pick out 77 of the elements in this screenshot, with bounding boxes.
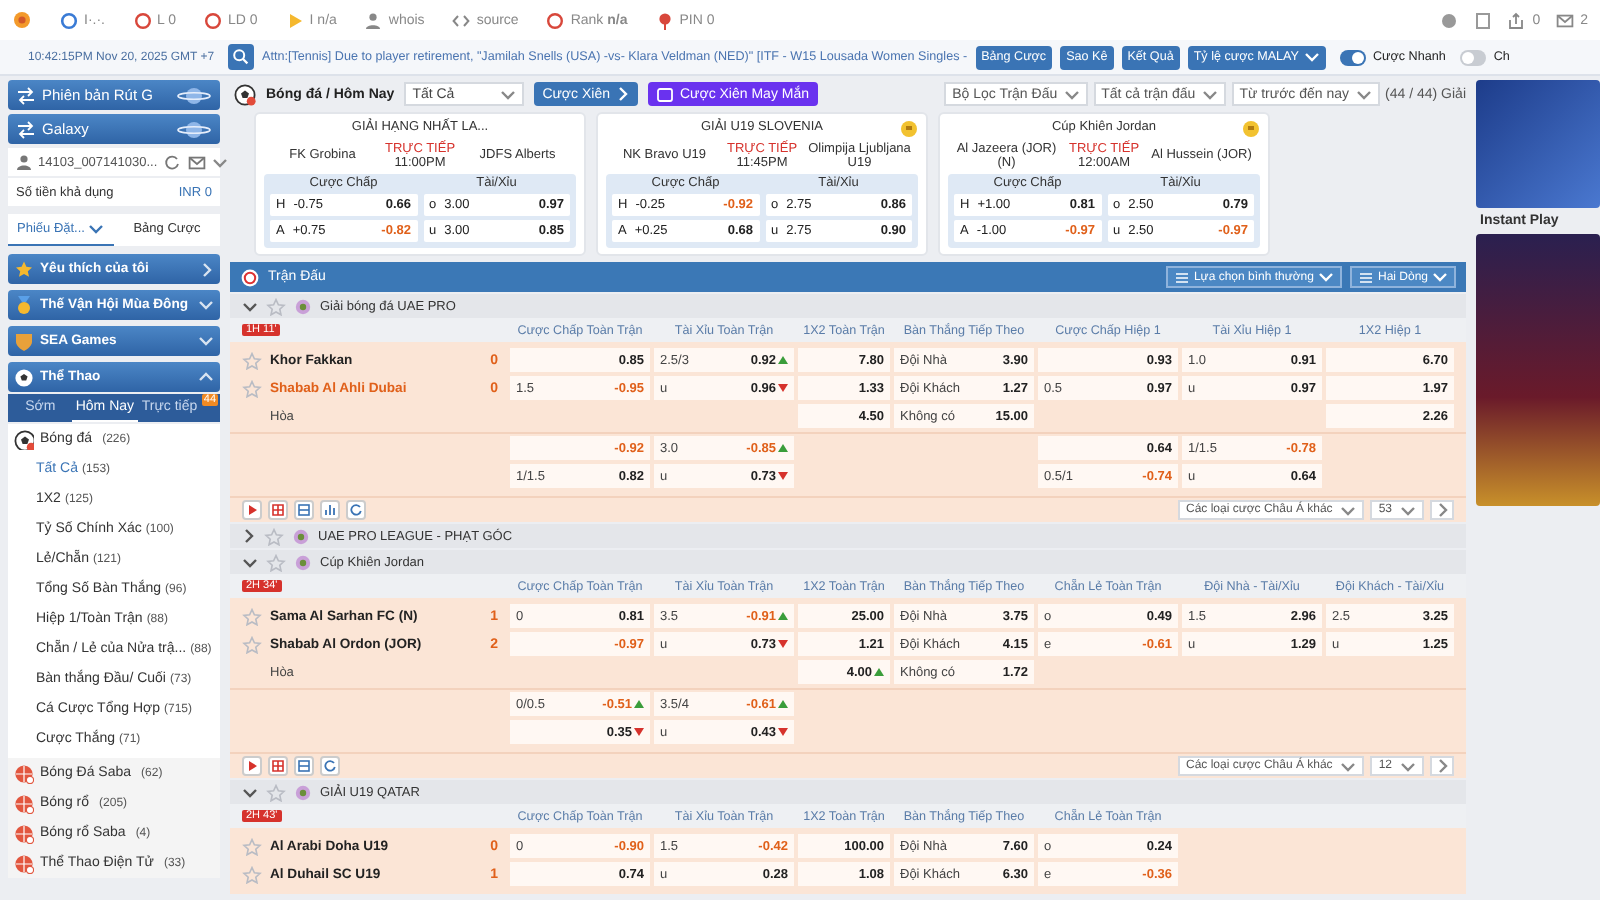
chart-icon[interactable] — [320, 500, 340, 520]
toggle-switch[interactable] — [1339, 49, 1365, 65]
next-button[interactable] — [1430, 500, 1454, 520]
ball-icon — [14, 853, 34, 873]
refresh-icon[interactable] — [346, 500, 366, 520]
list-icon — [1173, 269, 1190, 285]
chevron-right-icon — [1435, 758, 1449, 774]
star-icon[interactable] — [242, 608, 262, 626]
star-icon[interactable] — [266, 297, 286, 315]
star-icon — [14, 259, 34, 279]
pin-icon — [655, 11, 674, 29]
chevron-down-icon — [1432, 270, 1448, 284]
share-icon — [1508, 11, 1527, 29]
ring-icon — [60, 11, 78, 29]
planet-icon — [176, 83, 212, 107]
star-icon[interactable] — [242, 866, 262, 884]
chevron-down-icon — [1340, 759, 1357, 773]
circle-icon — [203, 11, 222, 29]
promo-banner[interactable] — [1476, 234, 1600, 506]
ball-icon — [14, 823, 34, 843]
grid-icon[interactable] — [268, 500, 288, 520]
star-icon[interactable] — [242, 636, 262, 654]
swap-icon — [16, 85, 36, 105]
flag-icon — [285, 11, 304, 29]
person-icon — [364, 11, 383, 29]
star-icon[interactable] — [266, 783, 286, 801]
chevron-down-icon — [1303, 50, 1319, 64]
search-button[interactable] — [228, 44, 254, 70]
toggle-switch[interactable] — [1459, 49, 1486, 65]
star-icon[interactable] — [242, 352, 262, 370]
board-icon[interactable] — [294, 756, 314, 776]
play-icon[interactable] — [242, 500, 262, 520]
chevron-down-icon — [1400, 759, 1416, 773]
ball-icon — [14, 793, 34, 813]
soccer-ball-icon — [234, 83, 256, 105]
search-icon — [232, 48, 250, 66]
chevron-down-icon — [88, 222, 105, 236]
planet-icon — [176, 117, 212, 141]
page-icon — [1474, 11, 1493, 29]
chevron-down-icon — [1063, 87, 1080, 101]
circle-icon — [133, 11, 151, 29]
grid-icon[interactable] — [268, 756, 288, 776]
chevron-right-icon — [615, 86, 630, 102]
ticket-icon — [655, 85, 674, 103]
emblem-icon — [294, 297, 312, 315]
star-icon[interactable] — [266, 553, 286, 571]
star-icon[interactable] — [264, 527, 284, 545]
play-icon[interactable] — [242, 756, 262, 776]
chevron-right-icon — [1435, 502, 1449, 518]
next-button[interactable] — [1430, 756, 1454, 776]
shield-icon — [14, 331, 34, 351]
star-icon[interactable] — [242, 838, 262, 856]
medal-icon — [14, 295, 34, 315]
info-icon — [1440, 11, 1459, 29]
swap-icon — [16, 119, 36, 139]
emblem-icon — [294, 783, 312, 801]
flower-icon — [12, 10, 32, 30]
chevron-down-icon — [1355, 87, 1372, 101]
code-icon — [452, 11, 471, 29]
refresh-icon — [163, 153, 182, 171]
target-icon — [240, 267, 260, 287]
chevron-down-icon — [1201, 87, 1218, 101]
chevron-down-icon — [500, 87, 517, 101]
chevron-down-icon — [1317, 270, 1334, 284]
person-icon — [16, 154, 32, 170]
chevron-down-icon — [211, 155, 228, 169]
board-icon[interactable] — [294, 500, 314, 520]
soccer-ball-icon — [14, 367, 34, 387]
refresh-icon[interactable] — [320, 756, 340, 776]
star-icon[interactable] — [242, 380, 262, 398]
mail-icon — [187, 153, 206, 171]
circle-icon — [546, 11, 565, 29]
chevron-down-icon — [1400, 503, 1416, 517]
mail-icon — [1556, 11, 1575, 29]
ball-icon — [14, 763, 34, 783]
list-icon — [1357, 269, 1374, 285]
chevron-down-icon — [1340, 503, 1357, 517]
